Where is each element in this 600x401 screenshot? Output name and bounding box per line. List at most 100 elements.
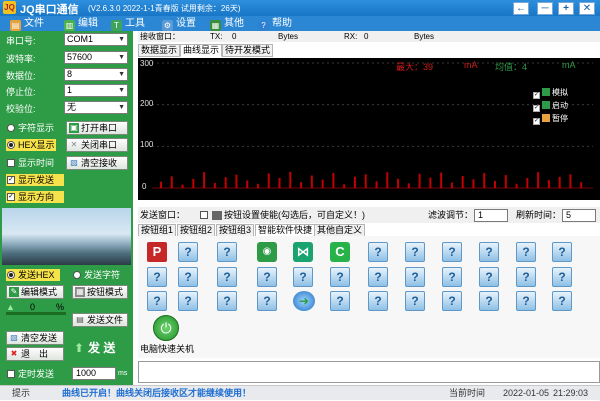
placeholder-icon[interactable]: ? [368, 242, 388, 262]
exit-label: 退 出 [21, 349, 49, 359]
show-send-checkbox[interactable]: ✓ 显示发送 [6, 174, 64, 186]
tab-curve-display[interactable]: 曲线显示 [180, 44, 223, 57]
placeholder-icon[interactable]: ? [368, 291, 388, 311]
menu-other[interactable]: ▦ 其他 [210, 16, 244, 31]
placeholder-icon[interactable]: ? [178, 242, 198, 262]
chart-bar [580, 182, 583, 188]
menu-help[interactable]: ? 帮助 [258, 16, 292, 31]
placeholder-icon[interactable]: ? [405, 242, 425, 262]
legend-start[interactable]: ✓ 启动 [533, 101, 568, 112]
tab-data-display[interactable]: 数据显示 [138, 44, 181, 57]
placeholder-icon[interactable]: ? [405, 291, 425, 311]
maximize-button[interactable]: + [558, 2, 574, 15]
y-tick-label: 300 [140, 59, 154, 68]
download-manager-icon[interactable]: ➜ [293, 291, 315, 311]
c-app-icon[interactable]: C [330, 242, 350, 262]
status-bar: 提示 曲线已开启！曲线关闭后接收区才能继续使用！ 当前时间 2022-01-05… [0, 385, 600, 400]
chart-bar [353, 176, 356, 188]
interval-input[interactable]: 1000 [72, 367, 116, 380]
edit-mode-button[interactable]: ✎ 编辑模式 [6, 285, 64, 299]
placeholder-icon[interactable]: ? [257, 291, 277, 311]
show-time-checkbox[interactable]: 显示时间 [6, 157, 64, 169]
send-file-button[interactable]: ▤ 发送文件 [72, 313, 128, 327]
close-button[interactable]: ✕ [579, 2, 595, 15]
send-button[interactable]: ⬆ 发 送 [72, 337, 128, 359]
placeholder-icon[interactable]: ? [217, 242, 237, 262]
tab-dev-mode[interactable]: 待开发模式 [222, 44, 274, 57]
button-mode-button[interactable]: ▦ 按钮模式 [72, 285, 128, 299]
placeholder-icon[interactable]: ? [442, 267, 462, 287]
placeholder-icon[interactable]: ? [293, 267, 313, 287]
placeholder-icon[interactable]: ? [442, 242, 462, 262]
placeholder-icon[interactable]: ? [516, 267, 536, 287]
placeholder-icon[interactable]: ? [442, 291, 462, 311]
back-button[interactable]: ← [513, 2, 529, 15]
send-string-radio[interactable]: 发送字符 [72, 269, 120, 281]
menu-settings[interactable]: ⚙ 设置 [162, 16, 196, 31]
timed-send-checkbox[interactable]: 定时发送 [6, 368, 66, 380]
placeholder-icon[interactable]: ? [330, 267, 350, 287]
menu-tools[interactable]: T 工具 [111, 16, 145, 31]
placeholder-icon[interactable]: ? [552, 291, 572, 311]
char-display-radio[interactable]: 字符显示 [6, 122, 54, 134]
menu-file[interactable]: ▤ 文件 [10, 16, 44, 31]
menu-edit[interactable]: ▥ 编辑 [64, 16, 98, 31]
power-icon[interactable]: ⏻ [153, 315, 179, 341]
port-select[interactable]: COM1 ▼ [64, 33, 128, 46]
placeholder-icon[interactable]: ? [330, 291, 350, 311]
open-port-button[interactable]: ▣ 打开串口 [66, 121, 128, 135]
menu-help-label: 帮助 [272, 18, 292, 29]
chart-bar [160, 181, 162, 188]
show-direction-checkbox[interactable]: ✓ 显示方向 [6, 191, 64, 203]
placeholder-icon[interactable]: ? [552, 267, 572, 287]
filter-input[interactable]: 1 [474, 209, 508, 222]
parity-select[interactable]: 无 ▼ [64, 101, 128, 114]
placeholder-icon[interactable]: ? [178, 291, 198, 311]
placeholder-icon[interactable]: ? [479, 242, 499, 262]
placeholder-icon[interactable]: ? [217, 267, 237, 287]
stopbits-select[interactable]: 1 ▼ [64, 84, 128, 97]
legend-pause[interactable]: ✓ 暂停 [533, 114, 568, 125]
exit-button[interactable]: ✖ 退 出 [6, 347, 64, 361]
hex-display-label: HEX显示 [18, 140, 55, 150]
placeholder-icon[interactable]: ? [479, 291, 499, 311]
checkbox-box: ✓ [7, 193, 15, 201]
placeholder-icon[interactable]: ? [178, 267, 198, 287]
send-textarea[interactable] [138, 361, 600, 383]
placeholder-icon[interactable]: ? [147, 291, 167, 311]
placeholder-icon[interactable]: ? [479, 267, 499, 287]
placeholder-icon[interactable]: ? [516, 242, 536, 262]
button-enable-checkbox[interactable] [200, 211, 208, 219]
clear-send-button[interactable]: ▧ 清空发送 [6, 331, 64, 345]
placeholder-icon[interactable]: ? [405, 267, 425, 287]
powerpoint-icon[interactable]: P [147, 242, 167, 262]
file-icon: ▤ [10, 20, 21, 31]
webcam-icon[interactable]: ◉ [257, 242, 277, 262]
code-editor-icon[interactable]: ⋈ [293, 242, 313, 262]
hex-display-radio[interactable]: HEX显示 [6, 139, 56, 151]
chart-bar [364, 174, 367, 188]
placeholder-icon[interactable]: ? [368, 267, 388, 287]
grid-icon: ▦ [210, 20, 221, 31]
databits-select[interactable]: 8 ▼ [64, 68, 128, 81]
minimize-button[interactable]: ─ [537, 2, 553, 15]
chart-bar [375, 181, 378, 188]
placeholder-icon[interactable]: ? [516, 291, 536, 311]
chevron-down-icon: ▼ [118, 104, 125, 111]
send-hex-radio[interactable]: 发送HEX [6, 269, 60, 281]
chart-bar [235, 174, 238, 188]
stopbits-label: 停止位: [6, 87, 36, 97]
menu-edit-label: 编辑 [78, 18, 98, 29]
legend-simulate[interactable]: ✓ 模拟 [533, 88, 568, 99]
placeholder-icon[interactable]: ? [257, 267, 277, 287]
close-port-button[interactable]: ✕ 关闭串口 [66, 138, 128, 152]
clear-rx-button[interactable]: ▧ 清空接收 [66, 156, 128, 170]
placeholder-icon[interactable]: ? [147, 267, 167, 287]
baud-select[interactable]: 57600 ▼ [64, 51, 128, 64]
button-mode-label: 按钮模式 [87, 287, 124, 297]
refresh-input[interactable]: 5 [562, 209, 596, 222]
placeholder-icon[interactable]: ? [552, 242, 572, 262]
legend-pause-label: 暂停 [552, 114, 568, 123]
placeholder-icon[interactable]: ? [217, 291, 237, 311]
legend-simulate-label: 模拟 [552, 88, 568, 97]
